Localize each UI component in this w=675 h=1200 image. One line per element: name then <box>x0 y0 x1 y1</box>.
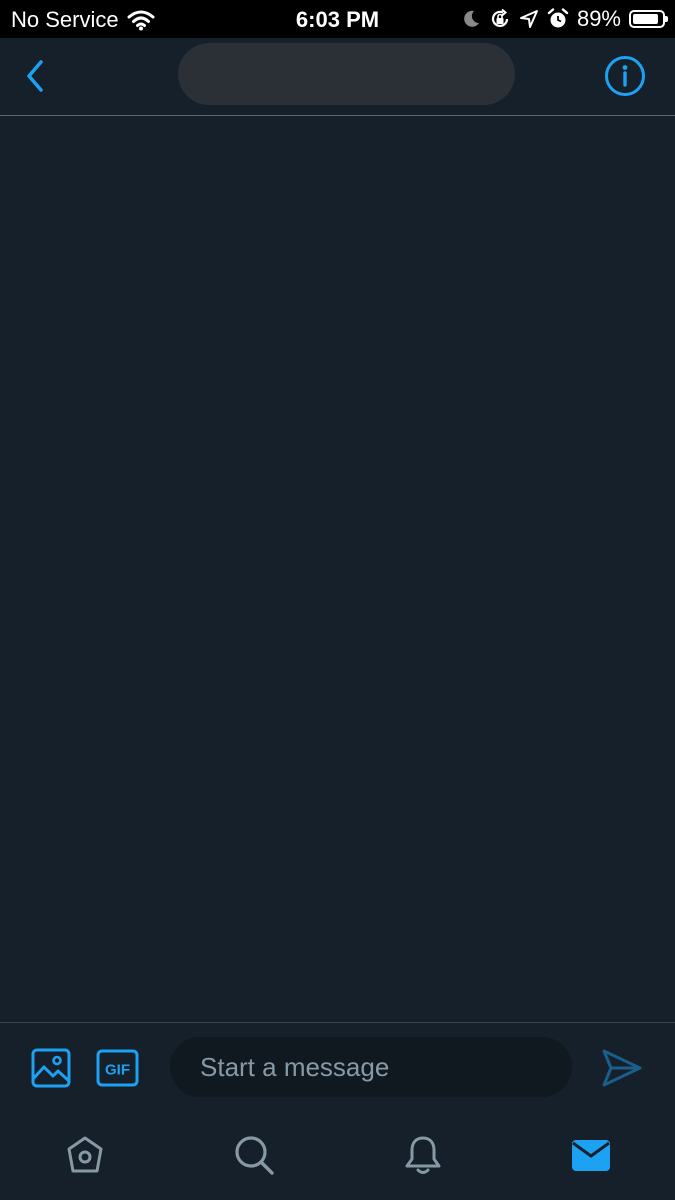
info-button[interactable] <box>603 54 647 98</box>
gif-label: GIF <box>105 1062 130 1079</box>
add-gif-button[interactable]: GIF <box>96 1049 139 1087</box>
tab-messages[interactable] <box>569 1133 613 1177</box>
conversation-title-redacted[interactable] <box>178 43 515 105</box>
tab-search[interactable] <box>232 1133 276 1177</box>
send-icon <box>602 1049 642 1087</box>
status-bar: No Service 6:03 PM 89% <box>0 0 675 38</box>
battery-fill <box>633 14 658 24</box>
mail-icon <box>572 1140 610 1171</box>
gif-icon: GIF <box>96 1049 139 1087</box>
tab-notifications[interactable] <box>401 1133 445 1177</box>
message-composer: GIF <box>0 1022 675 1113</box>
conversation-header <box>0 38 675 116</box>
search-icon <box>235 1136 274 1175</box>
message-list[interactable] <box>0 116 675 1022</box>
status-right: 89% <box>461 6 668 32</box>
battery-icon <box>629 10 668 28</box>
info-circle-icon <box>605 56 645 96</box>
tab-bar <box>0 1113 675 1200</box>
bell-icon <box>405 1136 441 1174</box>
tab-home[interactable] <box>63 1133 107 1177</box>
battery-percent: 89% <box>576 6 621 31</box>
home-icon <box>67 1136 103 1173</box>
add-photo-button[interactable] <box>30 1047 72 1089</box>
send-button[interactable] <box>600 1047 644 1089</box>
message-input[interactable] <box>170 1037 572 1097</box>
battery-cap <box>665 16 668 22</box>
chevron-left-icon <box>27 60 43 92</box>
rotation-lock-icon <box>491 8 509 28</box>
back-button[interactable] <box>18 56 54 96</box>
alarm-icon <box>547 8 569 28</box>
dm-conversation-screen: No Service 6:03 PM 89% GIF Start a messa… <box>0 0 675 1200</box>
location-arrow-icon <box>519 10 538 28</box>
image-icon <box>31 1048 71 1088</box>
moon-icon <box>464 10 479 27</box>
